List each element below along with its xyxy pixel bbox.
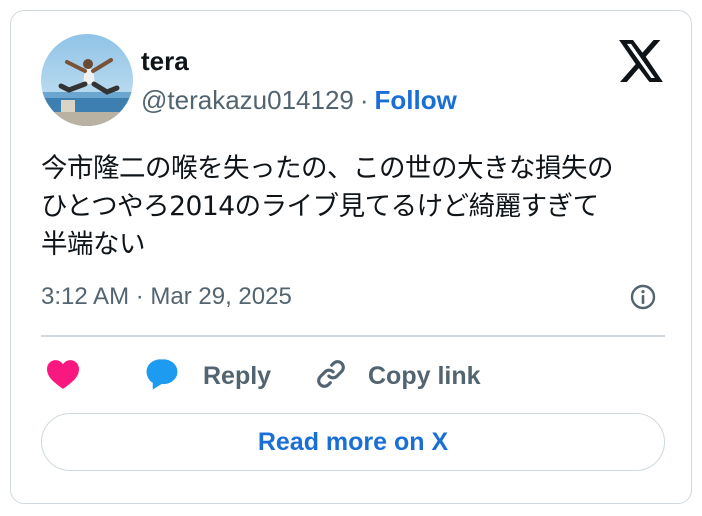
link-icon bbox=[314, 357, 348, 396]
tweet-text-line: 半端ない bbox=[41, 229, 146, 260]
tweet-embed-card: tera @terakazu014129 · Follow 今市隆二の喉を失ったの、… bbox=[10, 10, 692, 504]
reply-label: Reply bbox=[203, 361, 272, 390]
separator-dot: · bbox=[359, 85, 369, 115]
avatar[interactable] bbox=[41, 34, 133, 126]
author-name[interactable]: tera bbox=[141, 45, 189, 77]
divider bbox=[41, 335, 665, 337]
read-more-label: Read more on X bbox=[257, 427, 449, 456]
tweet-text-line: 今市隆二の喉を失ったの、この世の大きな損失の bbox=[41, 153, 614, 184]
reply-bubble-icon bbox=[143, 357, 181, 396]
tweet-timestamp[interactable]: 3:12 AM · Mar 29, 2025 bbox=[41, 281, 292, 313]
copy-link-button[interactable]: Copy link bbox=[314, 356, 481, 396]
tweet-text: 今市隆二の喉を失ったの、この世の大きな損失の ひとつやろ2014のライブ見てるけ… bbox=[41, 150, 671, 264]
x-logo-icon[interactable] bbox=[619, 40, 663, 82]
author-handle[interactable]: @terakazu014129 bbox=[141, 85, 354, 115]
author-handle-row: @terakazu014129 · Follow bbox=[141, 84, 457, 116]
copy-link-label: Copy link bbox=[368, 361, 481, 390]
info-icon[interactable] bbox=[629, 283, 657, 311]
reply-button[interactable]: Reply bbox=[143, 356, 271, 396]
read-more-button[interactable]: Read more on X bbox=[41, 413, 665, 471]
tweet-text-line: ひとつやろ2014のライブ見てるけど綺麗すぎて bbox=[41, 191, 599, 222]
heart-icon bbox=[45, 358, 81, 395]
follow-button[interactable]: Follow bbox=[375, 85, 457, 115]
like-button[interactable] bbox=[45, 356, 81, 396]
